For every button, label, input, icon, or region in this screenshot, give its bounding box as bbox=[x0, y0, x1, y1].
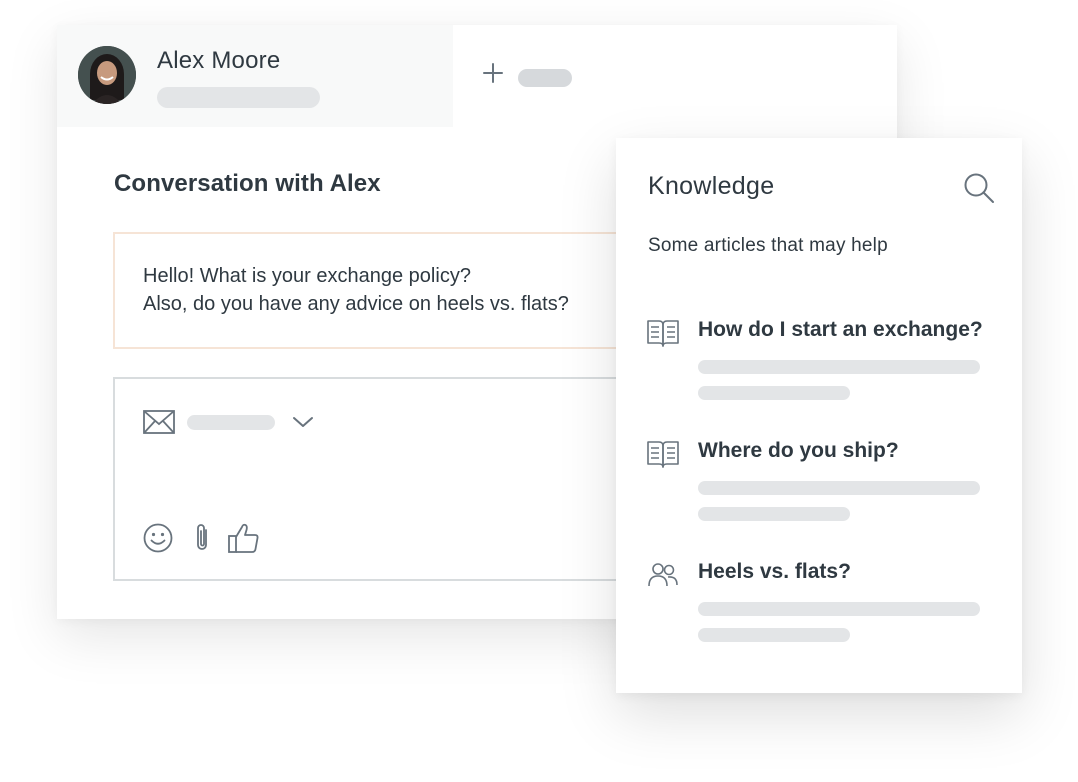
thumbs-up-icon[interactable] bbox=[227, 522, 261, 554]
people-icon bbox=[648, 563, 678, 587]
article-item[interactable]: Heels vs. flats? bbox=[616, 560, 1022, 660]
article-title: How do I start an exchange? bbox=[698, 318, 983, 341]
customer-message: Hello! What is your exchange policy? Als… bbox=[113, 232, 633, 349]
plus-icon[interactable] bbox=[481, 61, 505, 85]
article-excerpt-placeholder bbox=[698, 602, 980, 616]
tab-alex-moore[interactable]: Alex Moore bbox=[57, 25, 453, 127]
reply-composer[interactable] bbox=[113, 377, 633, 581]
book-icon bbox=[647, 320, 679, 347]
knowledge-panel: Knowledge Some articles that may help Ho… bbox=[616, 138, 1022, 693]
emoji-icon[interactable] bbox=[143, 523, 173, 553]
channel-label-placeholder[interactable] bbox=[187, 415, 275, 430]
avatar-image bbox=[78, 46, 136, 104]
envelope-icon bbox=[143, 410, 175, 434]
article-excerpt-placeholder bbox=[698, 360, 980, 374]
contact-name: Alex Moore bbox=[157, 47, 281, 74]
contact-detail-placeholder bbox=[157, 87, 320, 108]
book-icon bbox=[647, 441, 679, 468]
article-excerpt-placeholder bbox=[698, 628, 850, 642]
knowledge-title: Knowledge bbox=[648, 172, 775, 200]
knowledge-subtitle: Some articles that may help bbox=[648, 235, 888, 256]
article-excerpt-placeholder bbox=[698, 386, 850, 400]
article-item[interactable]: How do I start an exchange? bbox=[616, 318, 1022, 418]
message-line: Hello! What is your exchange policy? bbox=[143, 265, 471, 287]
avatar bbox=[78, 46, 136, 104]
article-excerpt-placeholder bbox=[698, 507, 850, 521]
article-title: Heels vs. flats? bbox=[698, 560, 851, 583]
new-tab-label-placeholder[interactable] bbox=[518, 69, 572, 87]
article-excerpt-placeholder bbox=[698, 481, 980, 495]
chevron-down-icon[interactable] bbox=[291, 414, 315, 430]
message-line: Also, do you have any advice on heels vs… bbox=[143, 293, 569, 315]
search-icon[interactable] bbox=[962, 171, 996, 205]
article-item[interactable]: Where do you ship? bbox=[616, 439, 1022, 539]
conversation-title: Conversation with Alex bbox=[114, 170, 381, 197]
paperclip-icon[interactable] bbox=[191, 522, 213, 554]
tab-strip: Alex Moore bbox=[57, 25, 897, 127]
article-title: Where do you ship? bbox=[698, 439, 899, 462]
